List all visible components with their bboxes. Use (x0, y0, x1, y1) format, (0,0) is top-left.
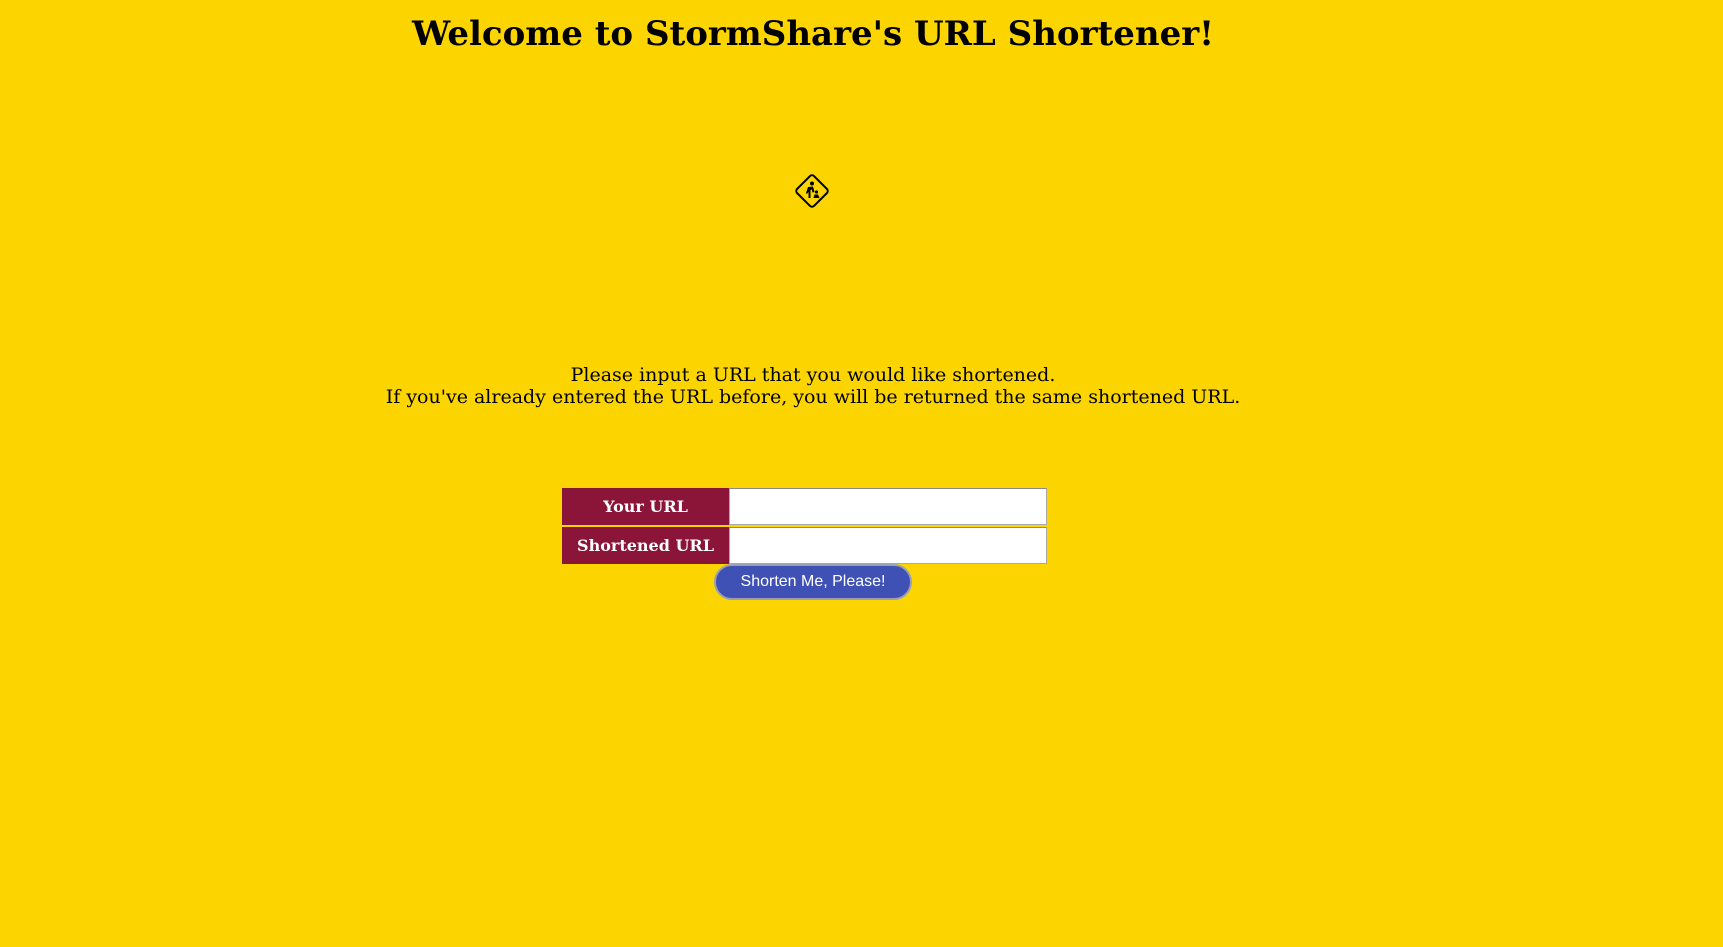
intro-line-1: Please input a URL that you would like s… (570, 364, 1056, 386)
shorten-button[interactable]: Shorten Me, Please! (714, 564, 912, 600)
your-url-input[interactable] (729, 488, 1047, 525)
page-title: Welcome to StormShare's URL Shortener! (411, 14, 1215, 54)
intro-text: Please input a URL that you would like s… (0, 364, 1626, 408)
shortened-url-row: Shortened URL (562, 526, 1047, 566)
url-form-table: Your URL Shortened URL (562, 488, 1047, 566)
your-url-label: Your URL (562, 488, 729, 527)
your-url-row: Your URL (562, 488, 1047, 527)
intro-line-2: If you've already entered the URL before… (385, 386, 1241, 408)
shortened-url-input[interactable] (729, 527, 1047, 564)
construction-sign-icon (792, 171, 832, 211)
shortened-url-label: Shortened URL (562, 526, 729, 566)
